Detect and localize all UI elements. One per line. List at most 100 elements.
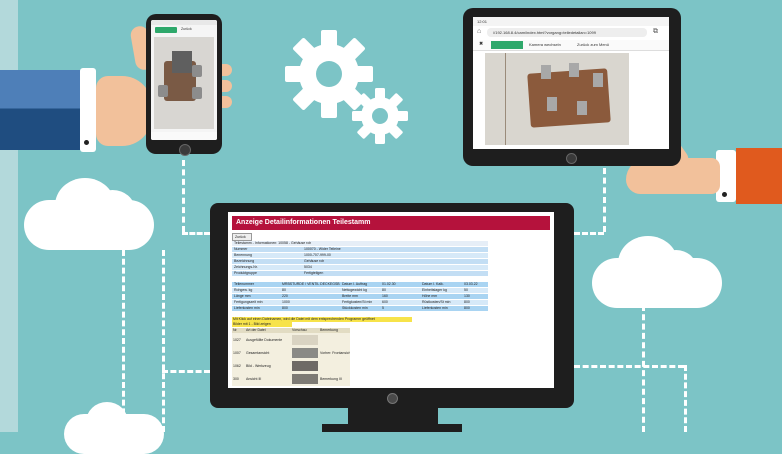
home-icon[interactable]: ⌂ (477, 28, 481, 35)
document-type[interactable]: Ausgefüllte Dokumente (246, 338, 290, 342)
detail-table: Teilenummer MRBSTURDE / VENTIL DECKEGSB Da… (232, 282, 488, 312)
detail-cell: 800 (464, 306, 470, 310)
documents-table: Nr. Art der Datei Vorschau Bemerkung 1027 Au… (232, 328, 350, 386)
connector-right-down (642, 305, 645, 432)
documents-header-cell: Art der Datei (246, 328, 266, 332)
back-button[interactable]: Zurück (232, 233, 252, 241)
main-field-value: 5034 (304, 265, 312, 269)
detail-row: Rohgew. kg 80 Nettogewicht kg 80 Einheitslag… (232, 288, 488, 293)
phone-screen: Aufnahme Zurück (151, 20, 217, 140)
documents-header-cell: Bemerkung (320, 328, 338, 332)
document-thumbnail[interactable] (292, 348, 318, 358)
detail-cell: Einheitslager kg (422, 288, 447, 292)
detail-cell: 800 (464, 300, 470, 304)
detail-cell: Lieferkosten min (422, 306, 448, 310)
back-button-label: Zurück (235, 235, 246, 239)
left-cuff-button (84, 140, 89, 145)
tablet-home-button[interactable] (566, 153, 577, 164)
documents-header-cell: Vorschau (292, 328, 307, 332)
document-row[interactable]: 1062 Bild - Werkzeug (232, 360, 350, 372)
gear-small-icon (352, 88, 408, 144)
fixture-clamp-1 (541, 65, 551, 79)
detail-cell: Länge mm (234, 294, 251, 298)
fixture-clamp-3 (593, 73, 603, 87)
phone-back-button[interactable]: Zurück (181, 27, 192, 32)
detail-cell: Fertigungszeit min (234, 300, 263, 304)
main-field-label: Zeichnungs-Nr. (234, 265, 258, 269)
main-field-row: Benennung 1000-707-999-00 (232, 253, 488, 258)
part-top-block (172, 51, 192, 73)
phone-camera-preview (154, 37, 214, 129)
notice-text-2: Bilder mit 1 - Bild zeigen (233, 322, 271, 326)
cloud-right-puff2 (655, 250, 697, 288)
phone-home-button[interactable] (179, 144, 191, 156)
fixture-clamp-4 (547, 97, 557, 111)
main-field-value: 100070 - Wider Teileine (304, 247, 341, 251)
document-type[interactable]: Ansicht III (246, 377, 290, 381)
tablet-switch-camera-button[interactable]: Kamera wechseln (529, 42, 561, 47)
left-hand (96, 76, 152, 146)
connector-phone-down (182, 160, 185, 232)
connector-left-down (122, 250, 125, 432)
right-sleeve (736, 148, 782, 204)
document-type[interactable]: Bild - Werkzeug (246, 364, 290, 368)
close-icon[interactable]: ✖ (479, 42, 483, 47)
detail-cell: 5 (382, 306, 384, 310)
main-field-value: Fertigteilgen (304, 271, 324, 275)
detail-cell: 220 (282, 294, 288, 298)
main-field-label: Nummer (234, 247, 248, 251)
detail-cell: 01.02.30 (382, 282, 396, 286)
left-sleeve (0, 70, 80, 150)
left-cuff (80, 68, 96, 152)
document-thumbnail[interactable] (292, 361, 318, 371)
document-type[interactable]: Gesamtansicht (246, 351, 290, 355)
detail-cell: 160 (382, 294, 388, 298)
cloud-left-puff2 (90, 190, 135, 230)
part-bolt-2 (192, 87, 202, 99)
phone-capture-button[interactable]: Aufnahme (155, 27, 177, 41)
document-row[interactable]: 300 Ansicht III Bemerkung III (232, 373, 350, 385)
document-number: 1007 (233, 351, 241, 355)
main-field-label: Produktgruppe (234, 271, 257, 275)
detail-cell: 130 (464, 294, 470, 298)
document-note: Vorher: Frontansicht (320, 351, 350, 355)
info-line-text: Teilestamm - Informationen: 10058 - Gehä… (234, 241, 312, 245)
detail-cell: Nettogewicht kg (342, 288, 367, 292)
notice-banner-2: Bilder mit 1 - Bild zeigen (232, 322, 292, 327)
document-row[interactable]: 1027 Ausgefüllte Dokumente (232, 334, 350, 346)
main-field-row: Zeichnungs-Nr. 5034 (232, 265, 488, 270)
notice-text: Mit Klick auf einen Dateinamen, wird die… (233, 317, 375, 321)
connector-left-horizontal (162, 370, 210, 373)
tablet-address-bar[interactable]: //192.168.8.4/cam/index.html?vorgang=tei… (487, 28, 647, 37)
document-number: 300 (233, 377, 239, 381)
part-bolt-1 (192, 65, 202, 77)
documents-rows: 1027 Ausgefüllte Dokumente 1007 Gesamtansic… (232, 334, 350, 386)
document-thumbnail[interactable] (292, 374, 318, 384)
tabs-icon[interactable]: ⧉ (653, 28, 658, 36)
tablet-capture-button[interactable]: Aufnahme (491, 41, 523, 55)
connector-tablet-to-monitor (574, 232, 604, 235)
fixture-clamp-2 (569, 63, 579, 77)
tablet-url: //192.168.8.4/cam/index.html?vorgang=tei… (493, 30, 596, 35)
detail-cell: Höhe mm (422, 294, 438, 298)
documents-header-cell: Nr. (233, 328, 238, 332)
detail-row: Länge mm 220 Breite mm 160 Höhe mm 130 (232, 294, 488, 299)
tablet-back-menu-button[interactable]: Zurück zum Menü (577, 42, 609, 47)
monitor-power-button[interactable] (387, 393, 398, 404)
app-header: Anzeige Detailinformationen Teilestamm (232, 216, 550, 230)
detail-cell: 50 (464, 288, 468, 292)
main-field-value: Gehäuse roh (304, 259, 325, 263)
main-field-row: Bezeichnung Gehäuse roh (232, 259, 488, 264)
detail-cell: MRBSTURDE / VENTIL DECKEGSB (282, 282, 340, 286)
document-row[interactable]: 1007 Gesamtansicht Vorher: Frontansicht (232, 347, 350, 359)
main-field-row: Nummer 100070 - Wider Teileine (232, 247, 488, 252)
right-cuff-button (722, 192, 727, 197)
main-field-label: Benennung (234, 253, 252, 257)
document-thumbnail[interactable] (292, 335, 318, 345)
info-line: Teilestamm - Informationen: 10058 - Gehä… (232, 241, 488, 246)
connector-right-horizontal (574, 365, 684, 368)
detail-cell: 80 (382, 288, 386, 292)
detail-cell: Datum l. Kalk. (422, 282, 444, 286)
detail-cell: Fertigkosten/St min (342, 300, 373, 304)
tablet-status-bar: 12:01 (473, 17, 669, 26)
